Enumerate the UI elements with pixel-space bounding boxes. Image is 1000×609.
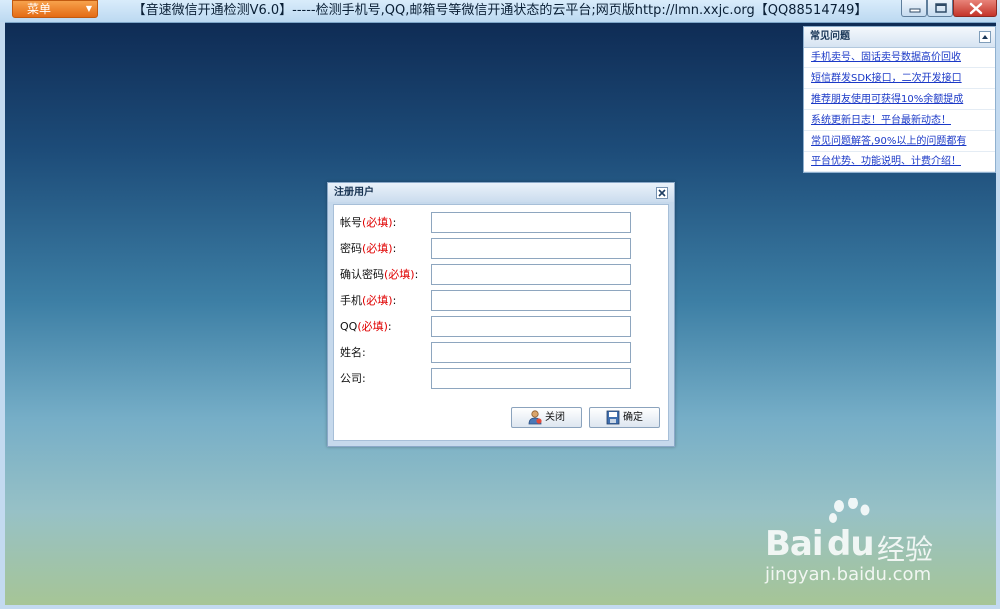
- phone-input[interactable]: [431, 290, 631, 311]
- account-row: 帐号(必填):: [334, 212, 668, 234]
- field-label-text: 公司: [340, 372, 362, 385]
- confirm-password-input[interactable]: [431, 264, 631, 285]
- dialog-title: 注册用户: [334, 187, 374, 198]
- watermark-brand-du: du: [827, 524, 875, 564]
- confirm-button[interactable]: 确定: [589, 407, 660, 428]
- required-mark: (必填): [362, 242, 393, 255]
- app-window: 菜单 ▼ 【音速微信开通检测V6.0】-----检测手机号,QQ,邮箱号等微信开…: [0, 0, 1000, 609]
- save-icon: [606, 410, 620, 425]
- user-icon: [528, 410, 542, 425]
- password-row: 密码(必填):: [334, 238, 668, 260]
- faq-collapse-button[interactable]: [979, 31, 991, 43]
- watermark-brand: Bai: [765, 524, 824, 564]
- faq-link[interactable]: 常见问题解答,90%以上的问题都有: [811, 132, 966, 152]
- minimize-icon: [909, 8, 921, 13]
- faq-link[interactable]: 推荐朋友使用可获得10%余额提成: [811, 90, 963, 110]
- dialog-close-button[interactable]: [656, 187, 668, 199]
- faq-header: 常见问题: [804, 27, 995, 48]
- confirm-button-label: 确定: [623, 412, 643, 423]
- faq-item: 推荐朋友使用可获得10%余额提成: [804, 90, 995, 110]
- maximize-icon: [935, 3, 947, 13]
- field-colon: :: [392, 242, 397, 255]
- faq-item: 手机卖号、固话卖号数据高价回收: [804, 48, 995, 68]
- password-label: 密码(必填):: [340, 238, 396, 260]
- field-label-text: 帐号: [340, 216, 362, 229]
- faq-item: 系统更新日志！平台最新动态！: [804, 111, 995, 131]
- title-bar[interactable]: 菜单 ▼ 【音速微信开通检测V6.0】-----检测手机号,QQ,邮箱号等微信开…: [0, 0, 1000, 23]
- qq-label: QQ(必填):: [340, 316, 392, 338]
- field-colon: :: [362, 346, 366, 359]
- baidu-jingyan-watermark: Bai du 经验 jingyan.baidu.com: [765, 498, 965, 588]
- field-colon: :: [387, 320, 392, 333]
- chevron-down-icon: ▼: [85, 4, 92, 13]
- faq-link[interactable]: 平台优势、功能说明、计费介绍！: [811, 152, 961, 172]
- required-mark: (必填): [384, 268, 415, 281]
- field-label-text: 密码: [340, 242, 362, 255]
- window-close-button[interactable]: [953, 0, 997, 17]
- phone-row: 手机(必填):: [334, 290, 668, 312]
- window-frame-right: [996, 22, 1000, 609]
- company-input[interactable]: [431, 368, 631, 389]
- field-label-text: 姓名: [340, 346, 362, 359]
- faq-panel: 常见问题 手机卖号、固话卖号数据高价回收 短信群发SDK接口，二次开发接口 推荐…: [803, 26, 996, 173]
- phone-label: 手机(必填):: [340, 290, 396, 312]
- window-title: 【音速微信开通检测V6.0】-----检测手机号,QQ,邮箱号等微信开通状态的云…: [132, 3, 868, 18]
- dialog-body: 帐号(必填): 密码(必填): 确认密码(必填): 手机(必填): QQ(必填)…: [333, 204, 669, 441]
- field-label-text: QQ: [340, 320, 358, 333]
- required-mark: (必填): [362, 294, 393, 307]
- maximize-button[interactable]: [927, 0, 953, 17]
- account-label: 帐号(必填):: [340, 212, 396, 234]
- watermark-brand-cn: 经验: [877, 533, 934, 566]
- field-colon: :: [414, 268, 419, 281]
- close-button[interactable]: 关闭: [511, 407, 582, 428]
- required-mark: (必填): [357, 320, 388, 333]
- faq-link[interactable]: 系统更新日志！平台最新动态！: [811, 111, 951, 131]
- menu-button[interactable]: 菜单 ▼: [12, 0, 98, 18]
- company-label: 公司:: [340, 368, 366, 390]
- register-dialog: 注册用户 帐号(必填): 密码(必填): 确认密码(必填): 手机(必填): Q…: [327, 182, 675, 447]
- watermark-url: jingyan.baidu.com: [765, 564, 932, 585]
- password-input[interactable]: [431, 238, 631, 259]
- faq-link[interactable]: 手机卖号、固话卖号数据高价回收: [811, 48, 961, 68]
- close-icon: [658, 189, 666, 197]
- field-label-text: 确认密码: [340, 268, 384, 281]
- faq-item: 短信群发SDK接口，二次开发接口: [804, 69, 995, 89]
- name-input[interactable]: [431, 342, 631, 363]
- faq-link[interactable]: 短信群发SDK接口，二次开发接口: [811, 69, 962, 89]
- qq-input[interactable]: [431, 316, 631, 337]
- menu-button-label: 菜单: [27, 2, 52, 16]
- confirm-password-label: 确认密码(必填):: [340, 264, 418, 286]
- qq-row: QQ(必填):: [334, 316, 668, 338]
- confirm-password-row: 确认密码(必填):: [334, 264, 668, 286]
- faq-title: 常见问题: [810, 31, 850, 42]
- chevron-up-icon: [982, 35, 988, 39]
- faq-item: 常见问题解答,90%以上的问题都有: [804, 132, 995, 152]
- company-row: 公司:: [334, 368, 668, 390]
- name-label: 姓名:: [340, 342, 366, 364]
- field-colon: :: [392, 216, 397, 229]
- close-icon: [969, 2, 983, 15]
- minimize-button[interactable]: [901, 0, 927, 17]
- account-input[interactable]: [431, 212, 631, 233]
- field-colon: :: [392, 294, 397, 307]
- field-colon: :: [362, 372, 366, 385]
- window-frame-bottom: [0, 605, 1000, 609]
- faq-item: 平台优势、功能说明、计费介绍！: [804, 152, 995, 172]
- dialog-titlebar[interactable]: 注册用户: [328, 183, 674, 202]
- close-button-label: 关闭: [545, 412, 565, 423]
- required-mark: (必填): [362, 216, 393, 229]
- name-row: 姓名:: [334, 342, 668, 364]
- field-label-text: 手机: [340, 294, 362, 307]
